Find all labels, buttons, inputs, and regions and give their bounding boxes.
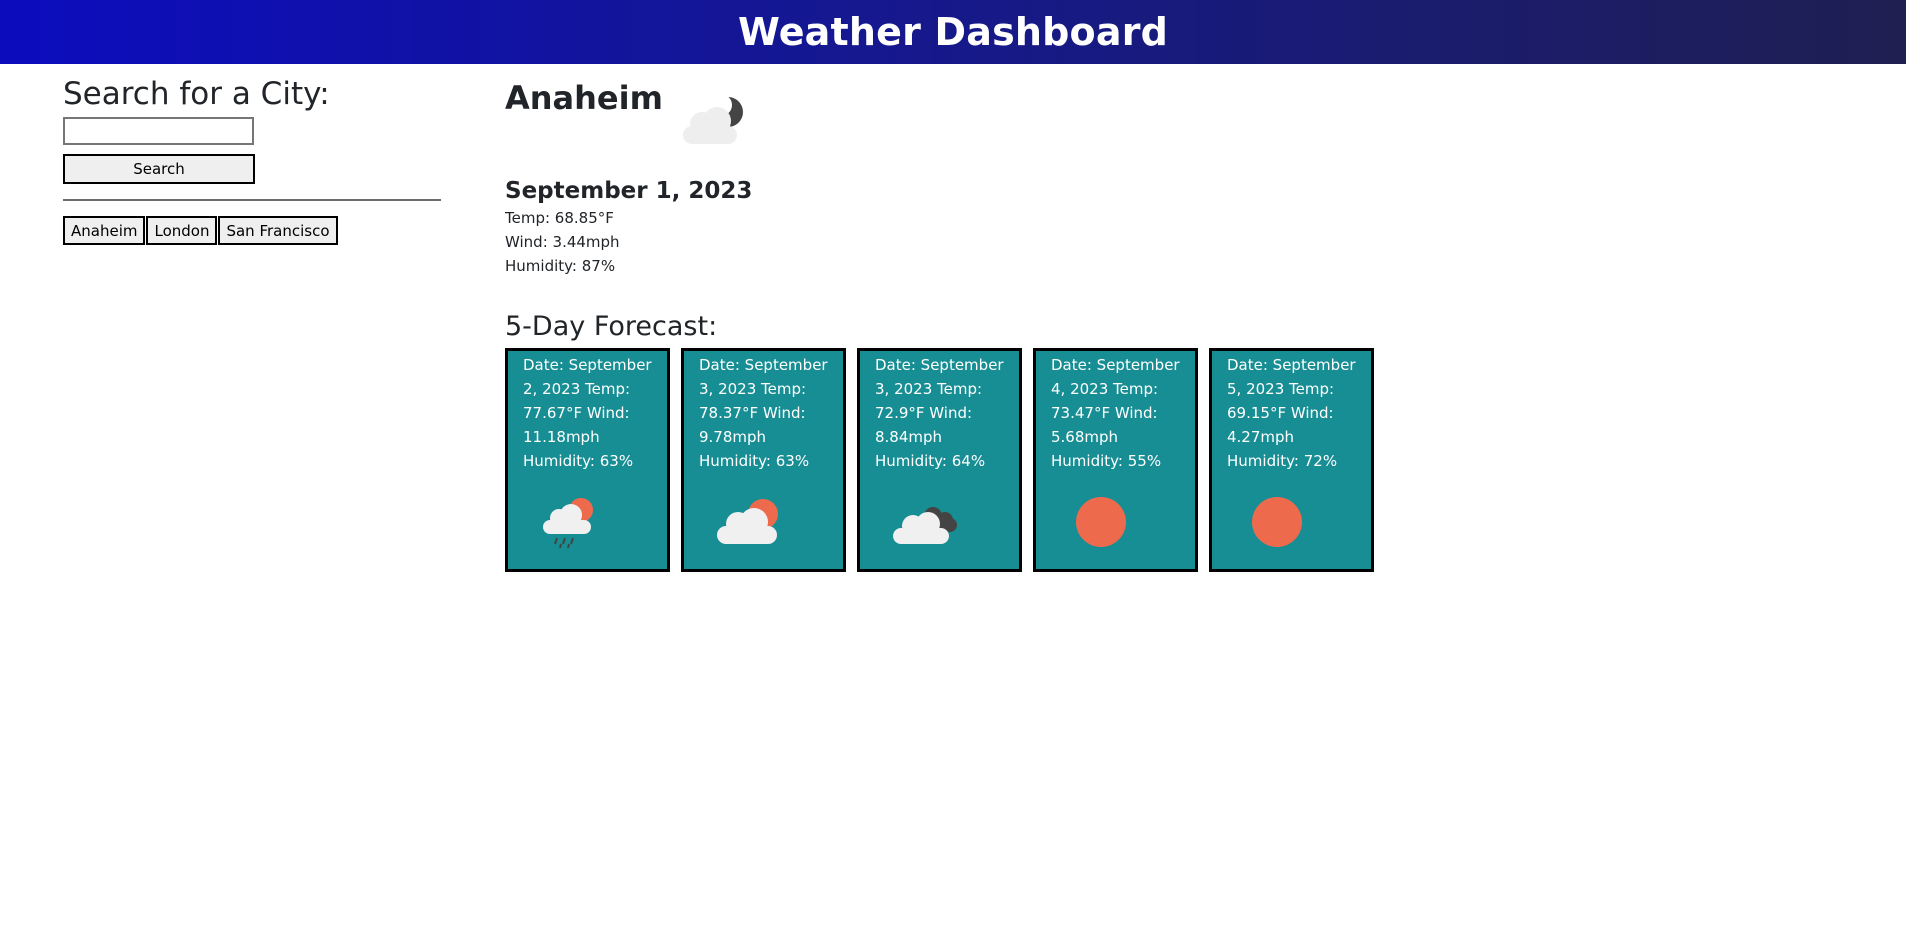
forecast-card: Date: September 2, 2023 Temp: 77.67°F Wi… (505, 348, 670, 572)
forecast-card: Date: September 5, 2023 Temp: 69.15°F Wi… (1209, 348, 1374, 572)
page-title: Weather Dashboard (737, 10, 1169, 54)
sidebar-divider (63, 199, 441, 201)
forecast-card: Date: September 4, 2023 Temp: 73.47°F Wi… (1033, 348, 1198, 572)
current-humidity: Humidity: 87% (505, 257, 616, 275)
forecast-card-text: Date: September 3, 2023 Temp: 72.9°F Win… (875, 356, 1004, 470)
cloudy-icon (893, 507, 957, 544)
forecast-card: Date: September 3, 2023 Temp: 72.9°F Win… (857, 348, 1022, 572)
current-temp: Temp: 68.85°F (505, 209, 614, 227)
current-city-name: Anaheim (505, 79, 663, 117)
search-history: Anaheim London San Francisco (63, 216, 441, 245)
app-header: Weather Dashboard (0, 0, 1906, 64)
rain-sun-icon (543, 498, 593, 549)
cloudy-night-icon (682, 94, 743, 144)
current-date: September 1, 2023 (505, 178, 753, 204)
forecast-card: Date: September 3, 2023 Temp: 78.37°F Wi… (681, 348, 846, 572)
current-wind: Wind: 3.44mph (505, 233, 620, 251)
forecast-card-text: Date: September 3, 2023 Temp: 78.37°F Wi… (699, 356, 828, 470)
current-city-row: Anaheim (505, 78, 1405, 150)
forecast-cards: Date: September 2, 2023 Temp: 77.67°F Wi… (505, 348, 1405, 572)
forecast-card-text: Date: September 5, 2023 Temp: 69.15°F Wi… (1227, 356, 1356, 470)
search-heading: Search for a City: (63, 76, 330, 112)
search-button[interactable]: Search (63, 154, 255, 184)
city-search-input[interactable] (63, 117, 254, 145)
history-button-anaheim[interactable]: Anaheim (63, 216, 146, 245)
forecast-card-text: Date: September 2, 2023 Temp: 77.67°F Wi… (523, 356, 652, 470)
forecast-title: 5-Day Forecast: (505, 311, 718, 342)
history-button-london[interactable]: London (146, 216, 218, 245)
forecast-card-text: Date: September 4, 2023 Temp: 73.47°F Wi… (1051, 356, 1180, 470)
sun-icon (1076, 497, 1126, 547)
sidebar: Search for a City: Search Anaheim London… (63, 74, 441, 245)
partly-cloudy-icon (717, 499, 778, 544)
sun-icon (1252, 497, 1302, 547)
history-button-san-francisco[interactable]: San Francisco (218, 216, 338, 245)
main-content: Anaheim September 1, 2023 Temp: 68.85°F … (505, 78, 1405, 572)
